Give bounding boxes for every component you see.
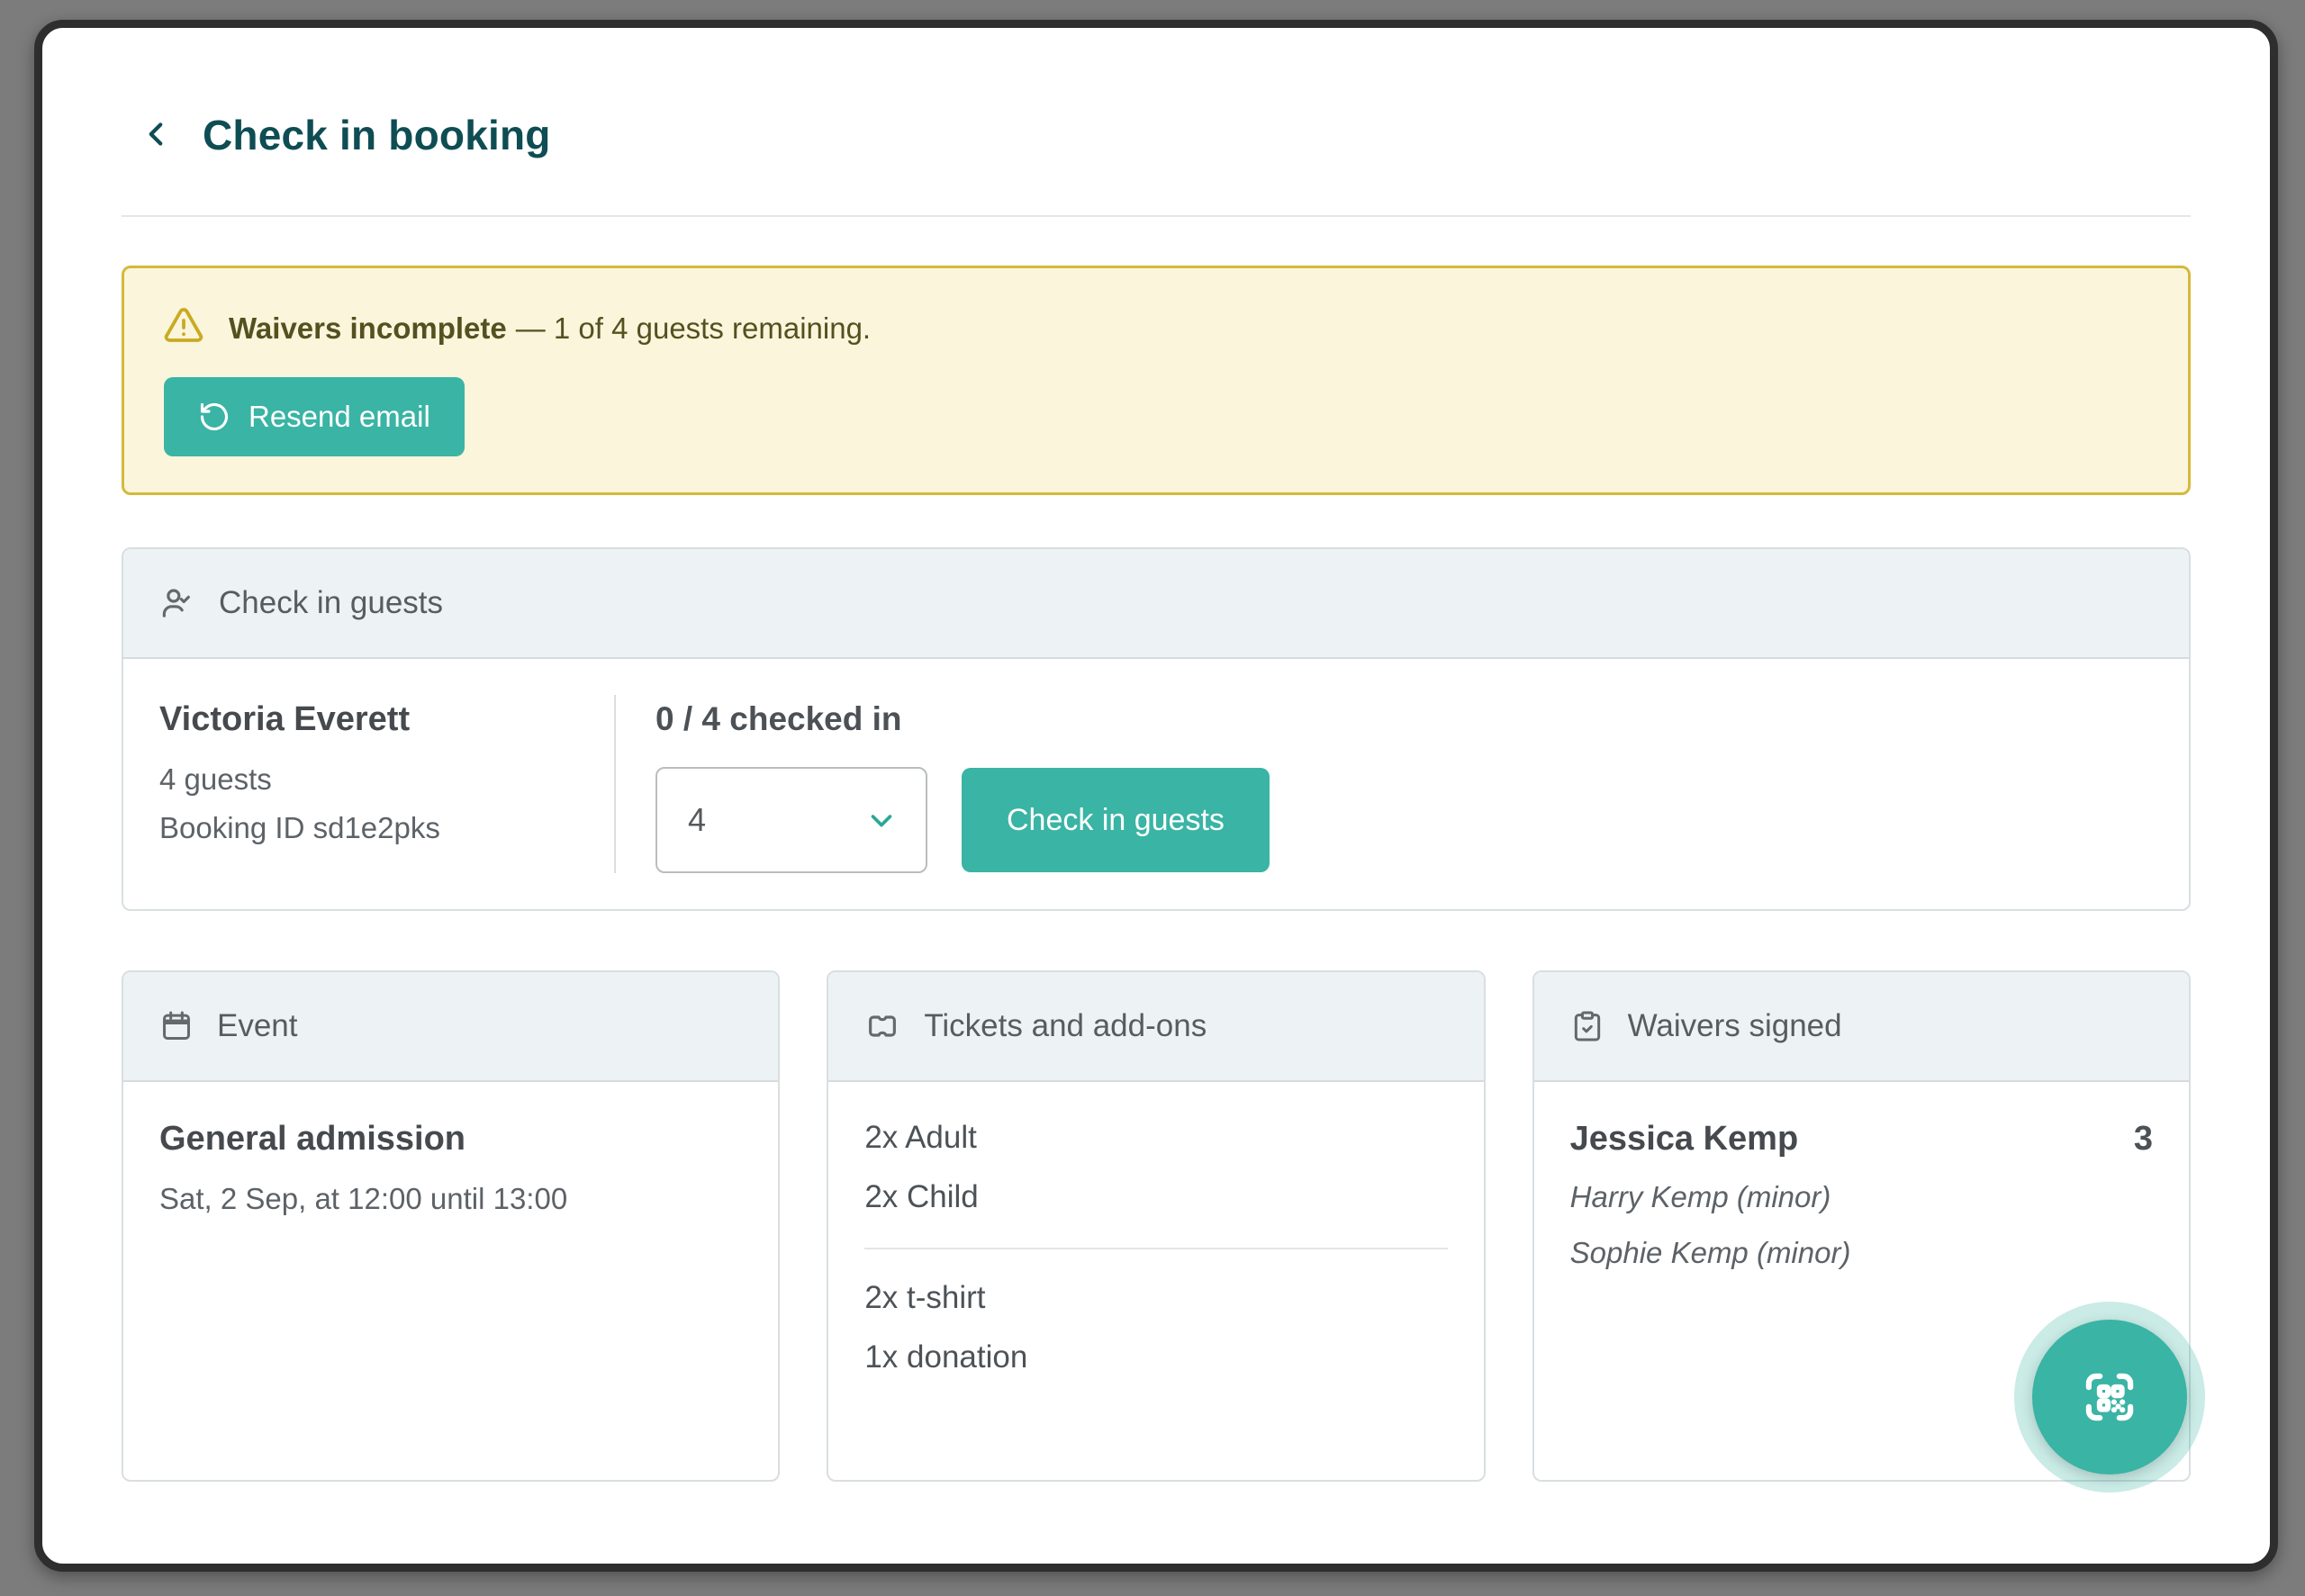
event-card-body: General admission Sat, 2 Sep, at 12:00 u… <box>123 1082 778 1480</box>
user-check-icon <box>159 585 195 621</box>
booking-summary: Victoria Everett 4 guests Booking ID sd1… <box>159 695 614 873</box>
event-datetime: Sat, 2 Sep, at 12:00 until 13:00 <box>159 1182 742 1216</box>
header-divider <box>122 215 2191 217</box>
warning-row: Waivers incomplete — 1 of 4 guests remai… <box>162 304 2150 352</box>
ticket-line: 2x Child <box>864 1179 1447 1215</box>
ticket-line: 2x Adult <box>864 1120 1447 1156</box>
guest-quantity-value: 4 <box>688 801 706 839</box>
addon-list: 2x t-shirt 1x donation <box>864 1280 1447 1375</box>
page-title: Check in booking <box>203 111 551 159</box>
waiver-minor-list: Harry Kemp (minor) Sophie Kemp (minor) <box>1570 1180 2153 1270</box>
check-in-controls: 4 Check in guests <box>655 767 2153 873</box>
qr-scan-button-halo <box>2014 1302 2205 1492</box>
addon-line: 1x donation <box>864 1339 1447 1375</box>
guest-name: Victoria Everett <box>159 700 614 739</box>
chevron-down-icon <box>864 803 899 837</box>
check-in-section-title: Check in guests <box>219 585 443 621</box>
tickets-addons-divider <box>864 1248 1447 1249</box>
waiver-minor-line: Harry Kemp (minor) <box>1570 1180 2153 1214</box>
booking-id: Booking ID sd1e2pks <box>159 811 614 845</box>
tickets-card-title: Tickets and add-ons <box>924 1008 1207 1044</box>
waiver-minor-line: Sophie Kemp (minor) <box>1570 1236 2153 1270</box>
waiver-signer-row: Jessica Kemp 3 <box>1570 1120 2153 1159</box>
event-name: General admission <box>159 1120 742 1159</box>
stage: Check in booking Waivers incomplete — 1 … <box>0 0 2305 1596</box>
waivers-warning-banner: Waivers incomplete — 1 of 4 guests remai… <box>122 266 2191 495</box>
guest-count: 4 guests <box>159 762 614 797</box>
calendar-icon <box>159 1009 194 1043</box>
addon-line: 2x t-shirt <box>864 1280 1447 1316</box>
waivers-card-header: Waivers signed <box>1534 972 2189 1082</box>
waiver-signer-name: Jessica Kemp <box>1570 1120 1799 1159</box>
tickets-card: Tickets and add-ons 2x Adult 2x Child 2x … <box>827 970 1485 1482</box>
guest-quantity-select[interactable]: 4 <box>655 767 927 873</box>
waivers-card-title: Waivers signed <box>1628 1008 1842 1044</box>
qr-scan-button[interactable] <box>2032 1320 2187 1474</box>
waiver-count: 3 <box>2134 1120 2153 1159</box>
warning-title: Waivers incomplete <box>229 311 507 346</box>
event-card: Event General admission Sat, 2 Sep, at 1… <box>122 970 780 1482</box>
chevron-left-icon <box>137 115 175 156</box>
checked-in-status: 0 / 4 checked in <box>655 700 2153 738</box>
warning-triangle-icon <box>162 304 205 352</box>
detail-cards-row: Event General admission Sat, 2 Sep, at 1… <box>122 970 2191 1482</box>
event-card-header: Event <box>123 972 778 1082</box>
resend-email-label: Resend email <box>249 400 430 434</box>
ticket-list: 2x Adult 2x Child <box>864 1120 1447 1215</box>
warning-detail: — 1 of 4 guests remaining. <box>516 311 871 346</box>
check-in-section-header: Check in guests <box>123 549 2189 659</box>
check-in-section-body: Victoria Everett 4 guests Booking ID sd1… <box>123 659 2189 909</box>
warning-message: Waivers incomplete — 1 of 4 guests remai… <box>229 311 871 346</box>
booking-check-in-window: Check in booking Waivers incomplete — 1 … <box>34 20 2278 1572</box>
check-in-status-block: 0 / 4 checked in 4 Check in guests <box>654 695 2153 873</box>
clipboard-check-icon <box>1570 1009 1604 1043</box>
rotate-ccw-icon <box>198 401 230 433</box>
qr-scan-icon <box>2076 1364 2143 1430</box>
tickets-card-body: 2x Adult 2x Child 2x t-shirt 1x donation <box>828 1082 1483 1480</box>
check-in-guests-button[interactable]: Check in guests <box>962 768 1270 872</box>
page-header: Check in booking <box>122 111 2191 159</box>
back-button[interactable] <box>134 113 177 157</box>
tickets-card-header: Tickets and add-ons <box>828 972 1483 1082</box>
vertical-divider <box>614 695 616 873</box>
check-in-guests-section: Check in guests Victoria Everett 4 guest… <box>122 547 2191 911</box>
resend-email-button[interactable]: Resend email <box>164 377 465 456</box>
ticket-icon <box>864 1008 900 1044</box>
event-card-title: Event <box>217 1008 298 1044</box>
